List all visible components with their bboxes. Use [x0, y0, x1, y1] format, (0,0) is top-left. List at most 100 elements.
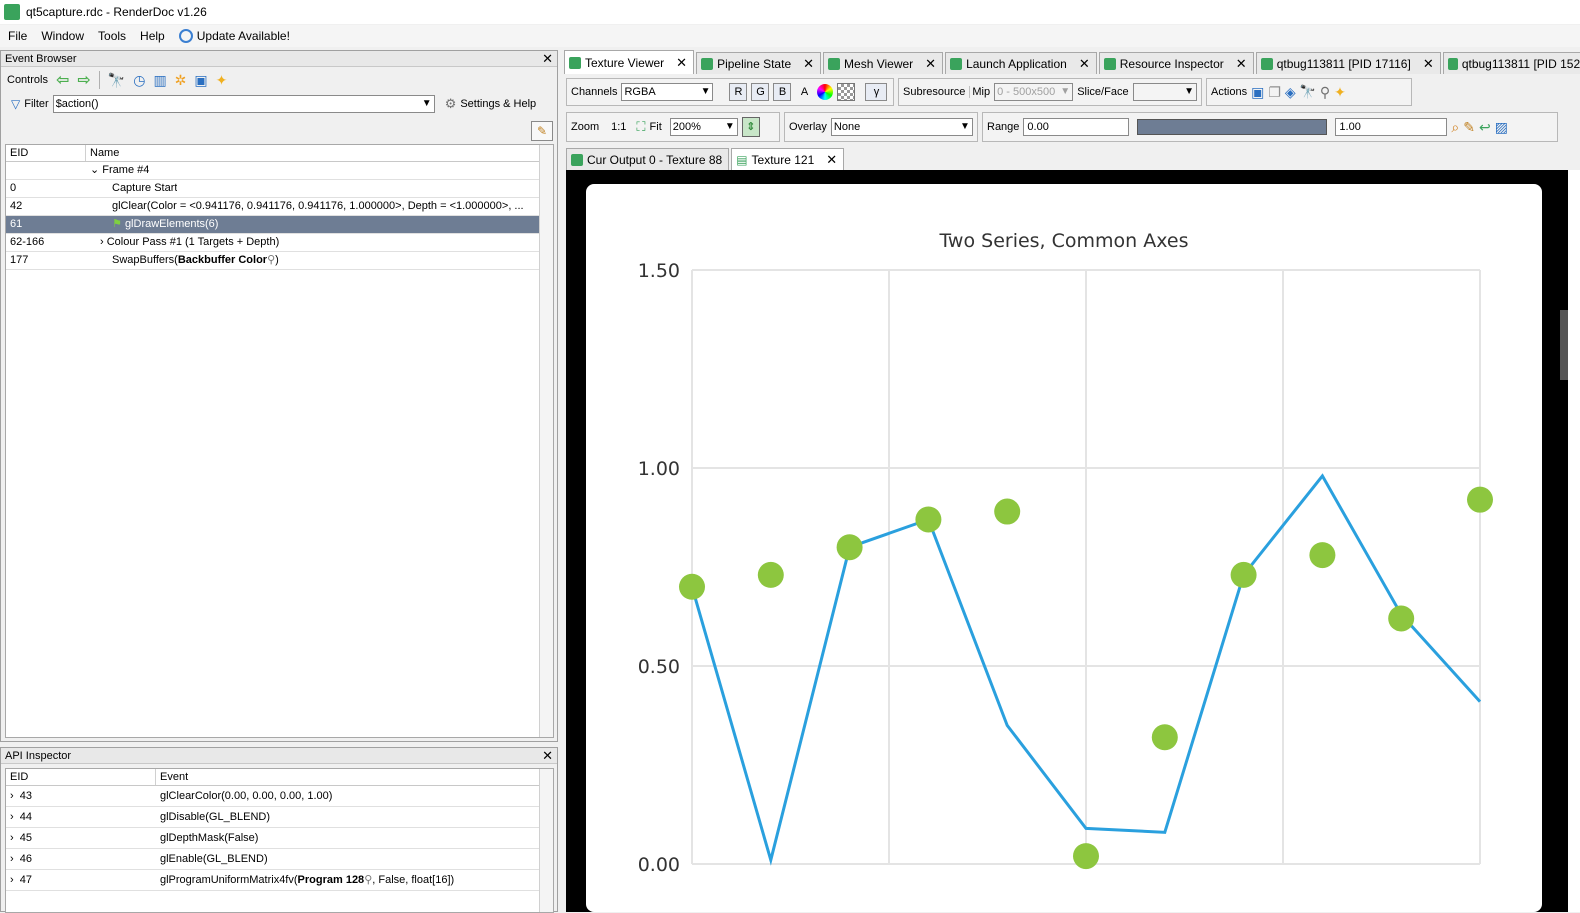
chevron-down-icon[interactable]: ▼ [1184, 84, 1194, 100]
zoom-1-1-button[interactable]: 1:1 [611, 121, 626, 133]
col-name[interactable]: Name [86, 145, 540, 161]
puzzle-icon[interactable]: ✦ [216, 72, 228, 89]
api-row[interactable]: › 43 glClearColor(0.00, 0.00, 0.00, 1.00… [6, 786, 553, 807]
mip-select[interactable]: 0 - 500x500 ▼ [994, 83, 1074, 101]
tree-row[interactable]: 62-166 › Colour Pass #1 (1 Targets + Dep… [6, 234, 553, 252]
tree-row[interactable]: ⌄ Frame #4 [6, 162, 553, 180]
chevron-right-icon[interactable]: › [10, 874, 14, 886]
tree-row[interactable]: 177 SwapBuffers(Backbuffer Color⚲) [6, 252, 553, 270]
tab-texture-viewer[interactable]: Texture Viewer ✕ [564, 50, 695, 74]
col-eid[interactable]: EID [6, 769, 156, 785]
tree-row-selected[interactable]: 61 ⚑ glDrawElements(6) [6, 216, 553, 234]
scrollbar-thumb[interactable] [1560, 310, 1568, 380]
chevron-down-icon[interactable]: ▼ [960, 119, 970, 135]
save-icon[interactable]: ▣ [1251, 84, 1264, 101]
event-tree-scrollbar[interactable] [539, 145, 553, 737]
resource-link[interactable]: Backbuffer Color [178, 254, 267, 266]
gear-icon[interactable]: ⚙ [445, 96, 457, 112]
viewport-scrollbar[interactable] [1560, 170, 1580, 912]
tab-qtbug-17116[interactable]: qtbug113811 [PID 17116] ✕ [1255, 52, 1441, 74]
chevron-right-icon[interactable]: › [10, 832, 14, 844]
col-event[interactable]: Event [156, 769, 540, 785]
chevron-down-icon[interactable]: ▼ [422, 96, 432, 112]
binoculars-icon[interactable]: 🔭 [108, 72, 125, 89]
reset-icon[interactable]: ↩ [1479, 119, 1491, 136]
tab-resource-inspector[interactable]: Resource Inspector ✕ [1098, 52, 1254, 74]
menu-help[interactable]: Help [140, 29, 165, 43]
channel-g-toggle[interactable]: G [751, 83, 770, 101]
binoculars-icon[interactable]: 🔭 [1300, 84, 1316, 100]
chevron-right-icon[interactable]: › [10, 853, 14, 865]
tab-cur-output[interactable]: Cur Output 0 - Texture 88 [566, 148, 730, 170]
range-max-input[interactable]: 1.00 [1335, 118, 1448, 136]
channel-a-toggle[interactable]: A [795, 86, 813, 98]
fit-icon[interactable]: ⛶ [636, 119, 645, 135]
close-icon[interactable]: ✕ [676, 55, 687, 71]
api-row[interactable]: › 45 glDepthMask(False) [6, 828, 553, 849]
close-icon[interactable]: ✕ [925, 56, 936, 72]
histogram-icon[interactable]: ▨ [1495, 119, 1508, 136]
close-icon[interactable]: ✕ [1236, 56, 1247, 72]
menu-file[interactable]: File [8, 29, 27, 43]
fit-button[interactable]: Fit [650, 121, 662, 133]
settings-help-button[interactable]: Settings & Help [460, 98, 536, 110]
channel-b-toggle[interactable]: B [773, 83, 792, 101]
slice-face-select[interactable]: ▼ [1132, 83, 1197, 101]
arrow-right-icon[interactable]: ⇨ [77, 70, 90, 90]
chevron-down-icon[interactable]: ▼ [701, 84, 711, 100]
channels-select[interactable]: RGBA ▼ [621, 83, 714, 101]
tab-qtbug-15200[interactable]: qtbug113811 [PID 15200]✕ [1442, 52, 1580, 74]
tree-row[interactable]: 0 Capture Start [6, 180, 553, 198]
close-icon[interactable]: ✕ [1079, 56, 1090, 72]
chevron-down-icon[interactable]: ▼ [725, 119, 735, 135]
clock-icon[interactable]: ◷ [133, 72, 145, 89]
gamma-toggle[interactable]: γ [865, 83, 888, 101]
close-icon[interactable]: ✕ [1423, 56, 1434, 72]
texture-viewport[interactable]: Two Series, Common Axes 0.00 0.50 1.00 1.50 [566, 170, 1568, 912]
bookmark-icon[interactable]: ✲ [175, 72, 187, 89]
range-min-input[interactable]: 0.00 [1023, 118, 1130, 136]
api-row[interactable]: › 46 glEnable(GL_BLEND) [6, 849, 553, 870]
api-tree-scrollbar[interactable] [539, 769, 553, 912]
checkerboard-icon[interactable] [837, 83, 856, 101]
api-row[interactable]: › 47 glProgramUniformMatrix4fv(Program 1… [6, 870, 553, 891]
chevron-right-icon[interactable]: › [10, 790, 14, 802]
close-icon[interactable]: ✕ [826, 152, 837, 168]
chevron-down-icon[interactable]: ⌄ [90, 164, 99, 176]
menu-tools[interactable]: Tools [98, 29, 126, 43]
menu-update-available[interactable]: Update Available! [178, 29, 290, 44]
tab-pipeline-state[interactable]: Pipeline State ✕ [696, 52, 822, 74]
resource-link[interactable]: Program 128 [298, 874, 365, 886]
close-icon[interactable]: ✕ [542, 51, 553, 66]
notes-button[interactable]: ✎ [531, 121, 553, 141]
save-icon[interactable]: ▣ [194, 72, 207, 89]
color-wheel-icon[interactable] [817, 84, 834, 100]
tab-launch-application[interactable]: Launch Application ✕ [945, 52, 1097, 74]
close-icon[interactable]: ✕ [803, 56, 814, 72]
chevron-right-icon[interactable]: › [100, 236, 104, 248]
zoom-select[interactable]: 200% ▼ [669, 118, 738, 136]
tab-texture-121[interactable]: ▤ Texture 121 ✕ [731, 148, 845, 170]
auto-fit-icon[interactable]: ✎ [1463, 119, 1475, 136]
chevron-down-icon[interactable]: ▼ [1060, 84, 1070, 100]
timeline-icon[interactable]: ▥ [153, 72, 166, 89]
tab-mesh-viewer[interactable]: Mesh Viewer ✕ [823, 52, 944, 74]
flip-vertical-icon[interactable]: ⇕ [741, 117, 760, 137]
refresh-icon [178, 29, 193, 44]
copy-icon[interactable]: ❐ [1268, 84, 1281, 101]
range-slider[interactable] [1137, 119, 1328, 135]
col-eid[interactable]: EID [6, 145, 86, 161]
tree-row[interactable]: 42 glClear(Color = <0.941176, 0.941176, … [6, 198, 553, 216]
puzzle-icon[interactable]: ✦ [1334, 84, 1346, 101]
menu-window[interactable]: Window [41, 29, 84, 43]
arrow-left-icon[interactable]: ⇦ [56, 70, 69, 90]
filter-input[interactable]: $action() ▼ [52, 95, 435, 113]
open-resource-icon[interactable]: ◈ [1285, 84, 1296, 101]
api-row[interactable]: › 44 glDisable(GL_BLEND) [6, 807, 553, 828]
channel-r-toggle[interactable]: R [729, 83, 748, 101]
chevron-right-icon[interactable]: › [10, 811, 14, 823]
overlay-select[interactable]: None ▼ [830, 118, 973, 136]
zoom-range-icon[interactable]: ⌕ [1451, 119, 1459, 136]
close-icon[interactable]: ✕ [542, 748, 553, 763]
link-icon[interactable]: ⚲ [1320, 84, 1330, 101]
